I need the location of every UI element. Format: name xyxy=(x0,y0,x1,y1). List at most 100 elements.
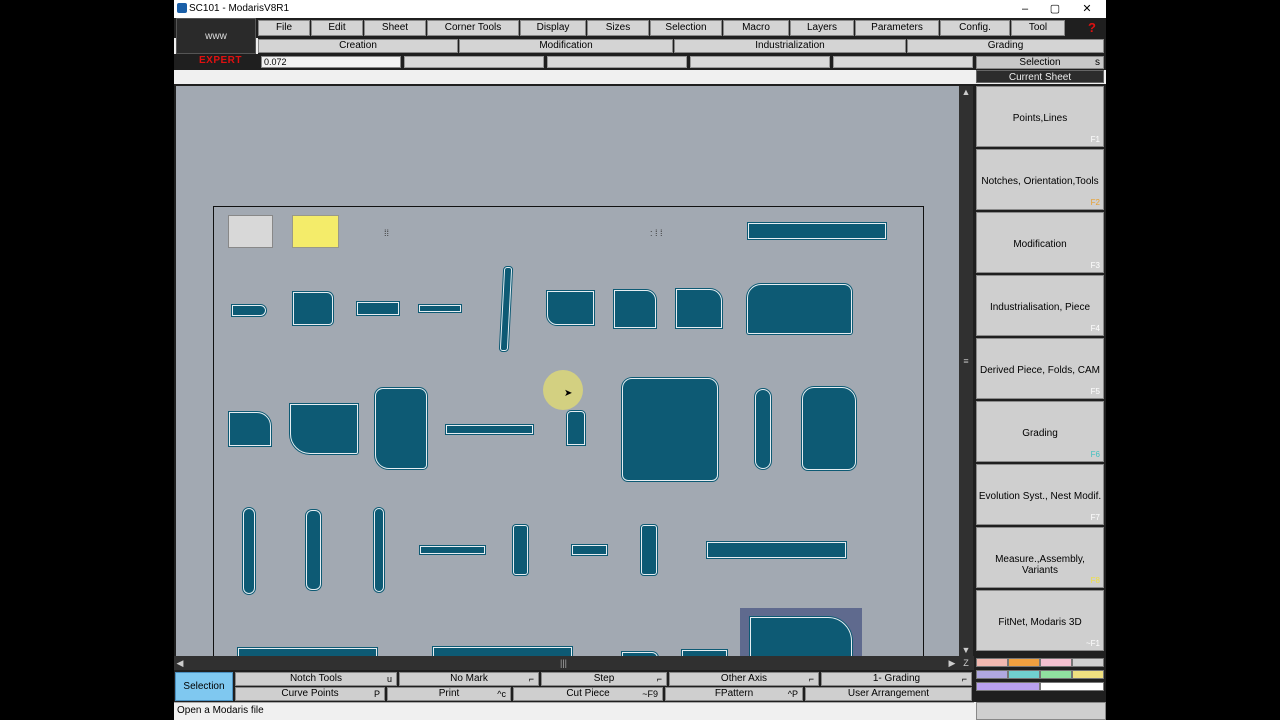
pattern-piece[interactable] xyxy=(243,508,255,594)
menu-parameters[interactable]: Parameters xyxy=(855,20,939,36)
button-shortcut: ^c xyxy=(497,689,506,699)
pattern-piece[interactable] xyxy=(419,305,461,312)
menu-layers[interactable]: Layers xyxy=(790,20,854,36)
tab-industrialization[interactable]: Industrialization xyxy=(674,39,906,53)
pattern-piece[interactable] xyxy=(676,289,722,328)
scroll-up-icon[interactable]: ▲ xyxy=(959,86,973,98)
color-swatch[interactable] xyxy=(1072,670,1104,679)
maximize-button[interactable]: ▢ xyxy=(1040,1,1070,17)
menu-config[interactable]: Config. xyxy=(940,20,1010,36)
selection-mode-button[interactable]: Selection xyxy=(175,672,233,701)
pattern-piece[interactable] xyxy=(446,425,533,434)
tab-creation[interactable]: Creation xyxy=(258,39,458,53)
color-swatch[interactable] xyxy=(976,682,1040,691)
pattern-piece[interactable] xyxy=(229,412,271,446)
side-button-fitnet[interactable]: FitNet, Modaris 3D ~F1 xyxy=(976,590,1104,651)
pattern-piece[interactable] xyxy=(547,291,594,325)
menu-tool[interactable]: Tool xyxy=(1011,20,1065,36)
menu-sheet[interactable]: Sheet xyxy=(364,20,426,36)
color-swatch[interactable] xyxy=(1008,670,1040,679)
side-button-evolution[interactable]: Evolution Syst., Nest Modif. F7 xyxy=(976,464,1104,525)
button-label: Step xyxy=(593,673,615,684)
side-button-grading[interactable]: Grading F6 xyxy=(976,401,1104,462)
navigation-controls[interactable] xyxy=(976,702,1106,720)
model-thumbnail[interactable] xyxy=(228,215,273,248)
input-field-4[interactable] xyxy=(833,56,973,68)
pattern-piece[interactable] xyxy=(755,389,771,469)
side-button-label: Points,Lines xyxy=(1012,113,1068,124)
pattern-piece[interactable] xyxy=(748,223,886,239)
pattern-piece[interactable] xyxy=(572,545,607,555)
selection-tab[interactable]: Selection s xyxy=(976,56,1104,69)
input-field-2[interactable] xyxy=(547,56,687,68)
pattern-piece[interactable] xyxy=(306,510,321,590)
pattern-piece[interactable] xyxy=(420,546,485,554)
vertical-scrollbar[interactable]: ▲ ≡ ▼ xyxy=(959,86,973,656)
pattern-piece[interactable] xyxy=(802,387,856,470)
pattern-piece[interactable] xyxy=(290,404,358,454)
side-button-points-lines[interactable]: Points,Lines F1 xyxy=(976,86,1104,147)
horizontal-scrollbar[interactable]: ◀ ||| ▶ Z xyxy=(174,656,974,670)
menu-corner-tools[interactable]: Corner Tools xyxy=(427,20,519,36)
color-swatch[interactable] xyxy=(1072,658,1104,667)
pattern-piece[interactable] xyxy=(375,388,427,469)
notch-tools-button[interactable]: Notch Tools u xyxy=(235,672,397,686)
scroll-left-icon[interactable]: ◀ xyxy=(174,656,186,670)
side-button-key: F8 xyxy=(1090,576,1100,585)
print-button[interactable]: Print ^c xyxy=(387,687,511,701)
cut-piece-button[interactable]: Cut Piece ~F9 xyxy=(513,687,663,701)
side-button-industrialisation[interactable]: Industrialisation, Piece F4 xyxy=(976,275,1104,336)
pattern-piece[interactable] xyxy=(747,284,852,334)
menu-edit[interactable]: Edit xyxy=(311,20,363,36)
scroll-grip[interactable]: ||| xyxy=(560,656,567,670)
zoom-icon[interactable]: Z xyxy=(960,656,972,670)
menu-file[interactable]: File xyxy=(258,20,310,36)
user-arrangement-button[interactable]: User Arrangement xyxy=(805,687,972,701)
input-field-3[interactable] xyxy=(690,56,830,68)
no-mark-button[interactable]: No Mark ⌐ xyxy=(399,672,539,686)
pattern-piece[interactable] xyxy=(707,542,846,558)
pattern-piece[interactable] xyxy=(567,411,585,445)
pattern-piece[interactable] xyxy=(513,525,528,575)
value-input[interactable]: 0.072 xyxy=(261,56,401,68)
color-swatch[interactable] xyxy=(1040,682,1104,691)
other-axis-button[interactable]: Other Axis ⌐ xyxy=(669,672,819,686)
menu-selection[interactable]: Selection xyxy=(650,20,722,36)
color-swatch[interactable] xyxy=(976,658,1008,667)
scroll-down-icon[interactable]: ▼ xyxy=(959,644,973,656)
pattern-piece[interactable] xyxy=(293,292,333,325)
pattern-piece[interactable] xyxy=(357,302,399,315)
menu-sizes[interactable]: Sizes xyxy=(587,20,649,36)
minimize-button[interactable]: – xyxy=(1010,1,1040,17)
color-swatch[interactable] xyxy=(976,670,1008,679)
step-button[interactable]: Step ⌐ xyxy=(541,672,667,686)
pattern-piece[interactable] xyxy=(641,525,657,575)
tab-modification[interactable]: Modification xyxy=(459,39,673,53)
pattern-piece[interactable] xyxy=(374,508,384,592)
color-swatch[interactable] xyxy=(1040,658,1072,667)
side-button-measure[interactable]: Measure.,Assembly, Variants F8 xyxy=(976,527,1104,588)
menu-macro[interactable]: Macro xyxy=(723,20,789,36)
sketch-thumbnail[interactable] xyxy=(292,215,339,248)
help-icon[interactable]: ? xyxy=(1080,20,1104,36)
side-button-modification[interactable]: Modification F3 xyxy=(976,212,1104,273)
fpattern-button[interactable]: FPattern ^P xyxy=(665,687,803,701)
tab-grading[interactable]: Grading xyxy=(907,39,1104,53)
side-button-derived-piece[interactable]: Derived Piece, Folds, CAM F5 xyxy=(976,338,1104,399)
pattern-piece[interactable] xyxy=(232,305,266,316)
pattern-piece[interactable] xyxy=(614,290,656,328)
color-swatch[interactable] xyxy=(1008,658,1040,667)
color-swatch[interactable] xyxy=(1040,670,1072,679)
scroll-thumb[interactable]: ≡ xyxy=(961,356,971,372)
pattern-piece[interactable] xyxy=(622,378,718,481)
close-button[interactable]: ✕ xyxy=(1072,1,1102,17)
input-field-1[interactable] xyxy=(404,56,544,68)
side-button-key: F5 xyxy=(1090,387,1100,396)
grading-button[interactable]: 1- Grading ⌐ xyxy=(821,672,972,686)
menu-display[interactable]: Display xyxy=(520,20,586,36)
side-button-notches[interactable]: Notches, Orientation,Tools F2 xyxy=(976,149,1104,210)
button-label: No Mark xyxy=(450,673,488,684)
scroll-right-icon[interactable]: ▶ xyxy=(946,656,958,670)
pattern-canvas[interactable]: ⁞⁞ : ⁞ ⁞ ➤ xyxy=(176,86,959,707)
curve-points-button[interactable]: Curve Points P xyxy=(235,687,385,701)
